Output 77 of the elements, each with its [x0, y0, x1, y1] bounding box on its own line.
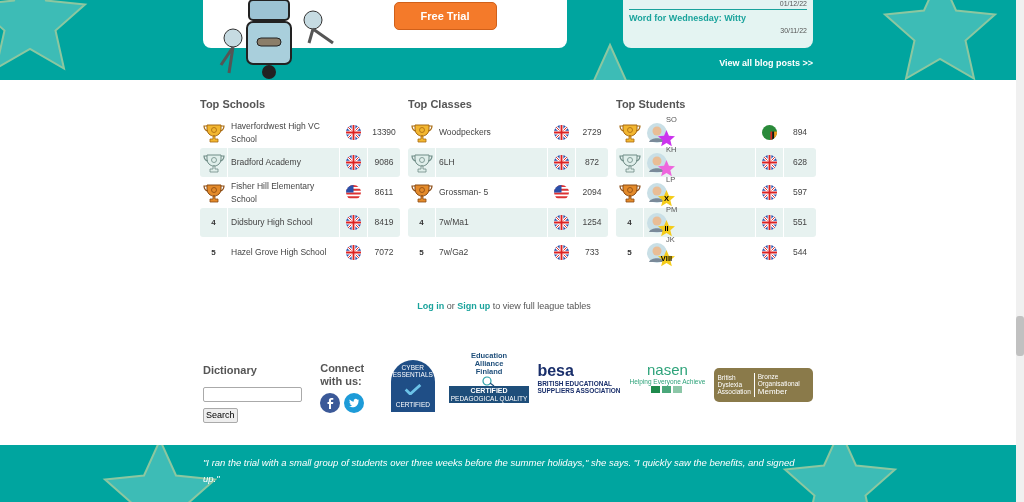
trophy-icon — [202, 182, 225, 203]
blog-post-title[interactable]: Word for Wednesday: Witty — [629, 12, 807, 26]
flag-icon — [346, 125, 361, 140]
flag-icon — [554, 125, 569, 140]
search-button[interactable]: Search — [203, 408, 238, 423]
league-title: Top Classes — [408, 97, 473, 112]
league-title: Top Students — [616, 97, 687, 112]
score: 7072 — [374, 246, 394, 259]
flag-icon — [554, 185, 569, 200]
facebook-icon[interactable] — [320, 392, 341, 413]
view-all-blog-link[interactable]: View all blog posts >> — [719, 57, 813, 71]
rank-number: 4 — [211, 216, 216, 229]
flag-icon — [762, 185, 777, 200]
score: 8419 — [374, 216, 394, 229]
score: 9086 — [374, 156, 394, 169]
free-trial-button[interactable]: Free Trial — [393, 2, 497, 30]
twitter-icon[interactable] — [344, 392, 365, 413]
score: 8611 — [374, 186, 394, 199]
score: 597 — [792, 186, 808, 199]
entry-name: 7w/Ga2 — [439, 246, 469, 259]
flag-icon — [762, 245, 777, 260]
sign-up-link[interactable]: Sign up — [457, 301, 491, 311]
score: 544 — [792, 246, 808, 259]
trophy-icon — [410, 152, 433, 173]
flag-icon — [762, 215, 777, 230]
trophy-icon — [410, 122, 433, 143]
entry-name: 7w/Ma1 — [439, 216, 469, 229]
score: 2729 — [582, 126, 602, 139]
league-login-text: Log in or Sign up to view full league tables — [416, 300, 592, 313]
score: 872 — [584, 156, 600, 169]
score: 551 — [792, 216, 808, 229]
score: 733 — [584, 246, 600, 259]
entry-name: Haverfordwest High VC School — [231, 119, 321, 146]
logo-text: besa — [537, 361, 574, 380]
flag-icon — [762, 125, 777, 140]
connect-title: Connect with us: — [320, 361, 366, 388]
league-title: Top Schools — [200, 97, 267, 112]
scrollbar-thumb[interactable] — [1016, 316, 1024, 356]
tick-icon — [402, 383, 423, 395]
rank-number: 5 — [211, 246, 216, 259]
log-in-link[interactable]: Log in — [417, 301, 445, 311]
entry-name: Woodpeckers — [439, 126, 491, 139]
testimonial-quote: "I ran the trial with a small group of students over three weeks before the summer holidays," she says. "I quickly saw the benefits, and signed up." — [203, 455, 796, 486]
flag-icon — [346, 155, 361, 170]
flag-icon — [346, 245, 361, 260]
rank-number: 5 — [627, 246, 632, 259]
entry-name: Didsbury High School — [231, 216, 313, 229]
squares-icon — [651, 385, 684, 393]
score: 1254 — [582, 216, 602, 229]
trophy-icon — [618, 182, 641, 203]
flag-icon — [346, 185, 361, 200]
flag-icon — [346, 215, 361, 230]
rank-number: 5 — [419, 246, 424, 259]
trophy-icon — [202, 122, 225, 143]
flag-icon — [554, 155, 569, 170]
trophy-icon — [618, 122, 641, 143]
dictionary-title: Dictionary — [203, 362, 258, 378]
rank-number: 4 — [419, 216, 424, 229]
entry-name: Grossman- 5 — [439, 186, 489, 199]
trophy-icon — [618, 152, 641, 173]
rank-number: 4 — [627, 216, 632, 229]
logo-text: nasen — [646, 361, 688, 378]
score: 13390 — [372, 126, 396, 139]
flag-icon — [762, 155, 777, 170]
logo-text: Member — [757, 387, 788, 396]
flag-icon — [554, 215, 569, 230]
entry-name: Hazel Grove High School — [231, 246, 327, 259]
score: 628 — [792, 156, 808, 169]
entry-name: Bradford Academy — [231, 156, 301, 169]
flag-icon — [554, 245, 569, 260]
dictionary-input[interactable] — [203, 387, 302, 402]
entry-name: Fisher Hill Elementary School — [231, 179, 316, 206]
trophy-icon — [202, 152, 225, 173]
score: 894 — [792, 126, 808, 139]
entry-name: 6LH — [439, 156, 455, 169]
trophy-icon — [410, 182, 433, 203]
score: 2094 — [582, 186, 602, 199]
